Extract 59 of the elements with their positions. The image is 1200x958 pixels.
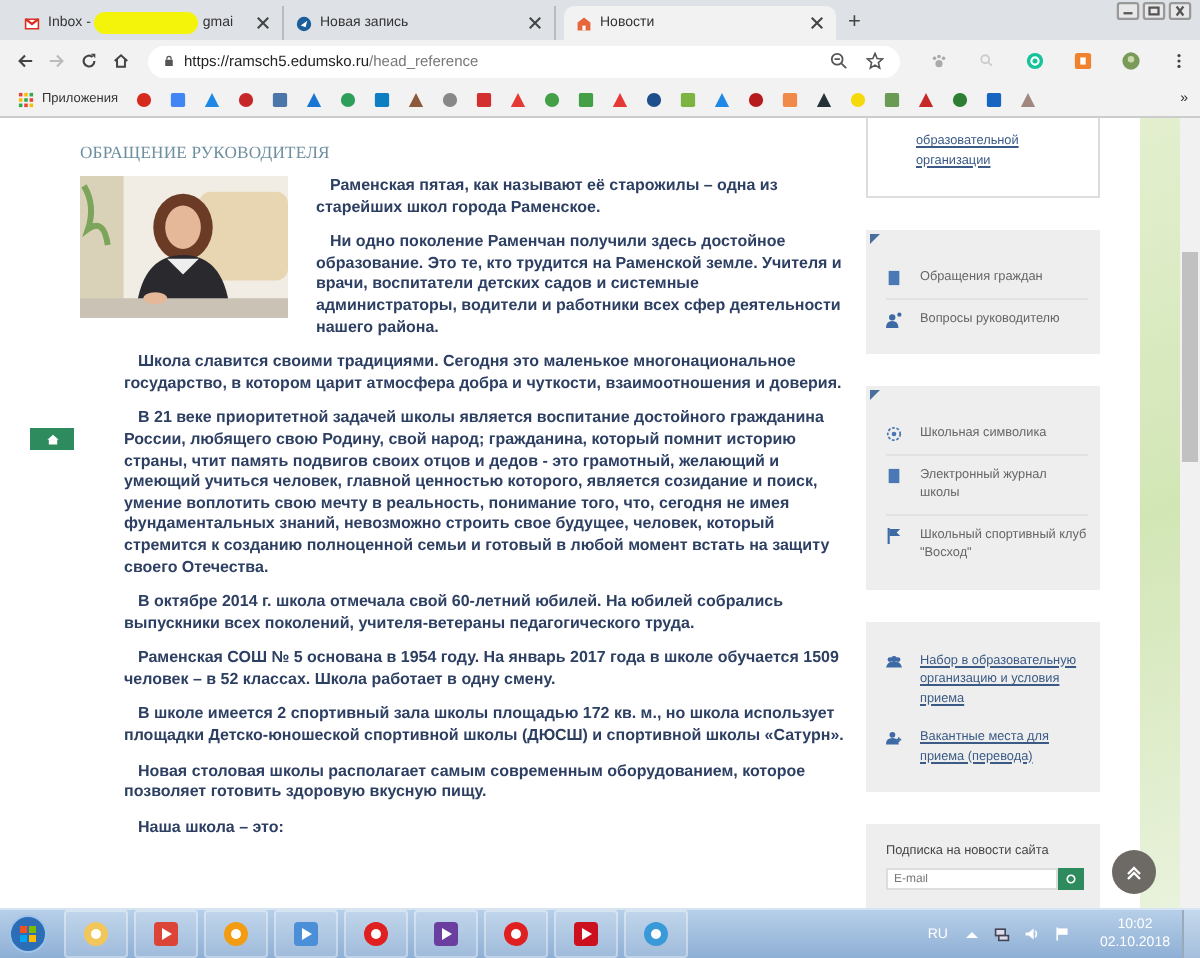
- document-icon: [886, 270, 902, 286]
- taskbar-app-icon[interactable]: [344, 910, 408, 958]
- zoom-icon[interactable]: [830, 52, 848, 70]
- taskbar-app-icon[interactable]: [134, 910, 198, 958]
- network-icon[interactable]: [993, 926, 1010, 942]
- reload-icon[interactable]: [80, 52, 98, 70]
- scroll-top-button[interactable]: [1112, 850, 1156, 894]
- flag-icon: [886, 527, 902, 543]
- paragraph: Ни одно поколение Раменчан получили здесь достойное образование. Это те, кто трудится на Раменской земле. Учителя и врачи, воспитатели детских садов и системные администраторы, водители и работники всех сфер деятельности нашего района.: [314, 232, 844, 339]
- section-heading: ОБРАЩЕНИЕ РУКОВОДИТЕЛЯ: [80, 142, 332, 162]
- grammar-icon[interactable]: [1026, 52, 1044, 70]
- taskbar-app-icon[interactable]: [554, 910, 618, 958]
- paragraph: Школа славится своими традициями. Сегодня это маленькое многонациональное государство, в котором царит атмосфера добра и чуткости, взаимоотношения и доверия.: [124, 352, 844, 395]
- star-icon[interactable]: [866, 52, 884, 70]
- document-icon: [886, 467, 902, 483]
- extension-icon[interactable]: [1074, 52, 1092, 70]
- paragraph: В октябре 2014 г. школа отмечала свой 60-летний юбилей. На юбилей собрались выпускники всех поколений, учителя-ветераны педагогического труда.: [124, 592, 786, 635]
- double-chevron-icon: [1124, 862, 1144, 882]
- home-icon[interactable]: [112, 52, 130, 70]
- submit-icon: [1066, 874, 1076, 884]
- emblem-icon: [886, 426, 902, 442]
- mail-icon: [24, 15, 40, 31]
- person-add-icon: [886, 730, 902, 746]
- speaker-icon[interactable]: [1023, 926, 1040, 942]
- paragraph: В школе имеется 2 спортивный зала школы площадью 172 кв. м., но школа использует площадки Детско-юношеской спортивной школы (ДЮСШ) и спортивной школы «Сатурн».: [124, 704, 844, 748]
- school-icon: [576, 15, 592, 31]
- paragraph: В 21 веке приоритетной задачей школы является воспитание достойного гражданина России, любящего свою Родину, свой народ; гражданина, который помнит историю страны, чтит память подвигов своих отцов и дедов - это грамотный, желающий и умеющий учиться человек, главной ценностью которого, является созидание и поиск, умение воплотить свою мечту в реальность, понимание того, что, сегодня не имея фундаментальных знаний, невозможно строить свое будущее, человек, который стремится к созданию полноценной семьи и готовый в любой момент встать на защиту своего Отечества.: [124, 408, 832, 579]
- close-icon[interactable]: [528, 16, 542, 30]
- corner-mark-icon: [870, 234, 880, 244]
- back-icon[interactable]: [16, 52, 34, 70]
- paragraph: Раменская пятая, как называют её старожилы – одна из старейших школ города Раменское.: [314, 176, 780, 219]
- restore-icon[interactable]: [1142, 2, 1166, 20]
- lock-icon: [164, 54, 174, 68]
- home-icon: [45, 432, 59, 446]
- taskbar-app-icon[interactable]: [274, 910, 338, 958]
- taskbar-app-icon[interactable]: [484, 910, 548, 958]
- paragraph: Наша школа – это:: [136, 817, 286, 839]
- paragraph: Раменская СОШ № 5 основана в 1954 году. На январь 2017 года в школе обучается 1509 человек – в 52 классах. Школа работает в одну смену.: [124, 648, 841, 691]
- paragraph: Новая столовая школы располагает самым современным оборудованием, которое позволяет готовить здоровую вкусную пищу.: [124, 761, 808, 804]
- person-icon: [886, 311, 902, 327]
- close-icon[interactable]: [256, 16, 270, 30]
- flag-icon[interactable]: [1053, 926, 1070, 942]
- group-icon: [886, 653, 902, 669]
- caret-icon[interactable]: [963, 926, 980, 942]
- bird-icon: [296, 15, 312, 31]
- corner-mark-icon: [870, 390, 880, 400]
- taskbar-app-icon[interactable]: [624, 910, 688, 958]
- home-button[interactable]: [30, 428, 74, 450]
- scrollbar[interactable]: [1180, 118, 1200, 908]
- subscribe-button[interactable]: [1058, 868, 1084, 890]
- new-tab-button[interactable]: +: [836, 6, 873, 40]
- avatar-icon[interactable]: [1122, 52, 1140, 70]
- close-icon[interactable]: [1168, 2, 1192, 20]
- close-icon[interactable]: [810, 16, 824, 30]
- taskbar-app-icon[interactable]: [414, 910, 478, 958]
- paw-icon[interactable]: [930, 52, 948, 70]
- apps-icon[interactable]: [18, 91, 34, 107]
- start-button[interactable]: [8, 914, 48, 954]
- minimize-icon[interactable]: [1116, 2, 1140, 20]
